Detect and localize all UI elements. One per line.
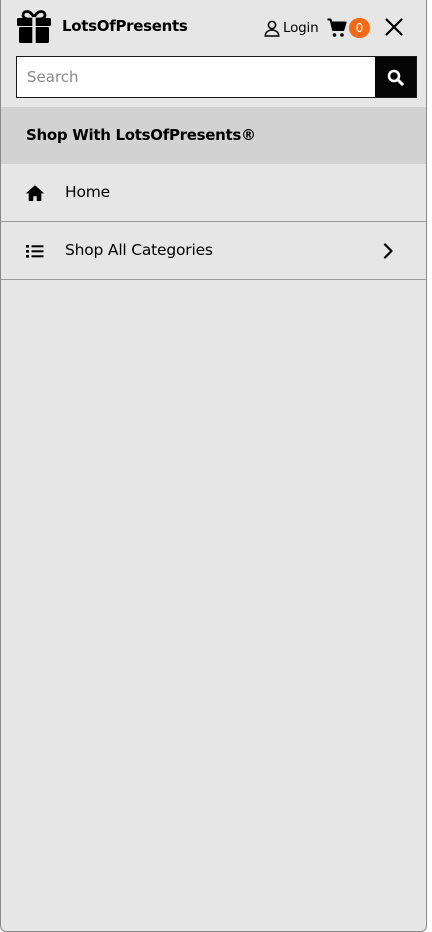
- login-label: Login: [283, 20, 319, 36]
- menu-item-label: Home: [65, 183, 110, 201]
- login-link[interactable]: Login: [264, 18, 319, 38]
- menu-item-shop-all-categories[interactable]: Shop All Categories: [1, 222, 426, 280]
- brand-name[interactable]: LotsOfPresents: [62, 17, 188, 35]
- menu-item-label: Shop All Categories: [65, 241, 213, 259]
- search-bar: [16, 56, 417, 98]
- shop-section-header: Shop With LotsOfPresents®: [1, 107, 426, 164]
- user-icon: [264, 20, 280, 37]
- gift-icon[interactable]: [16, 8, 52, 44]
- search-input[interactable]: [17, 57, 375, 97]
- drawer-header: LotsOfPresents Login 0: [1, 0, 426, 52]
- menu-item-home[interactable]: Home: [1, 164, 426, 222]
- list-icon: [26, 245, 44, 258]
- search-button[interactable]: [375, 57, 416, 97]
- cart-icon[interactable]: [327, 18, 347, 38]
- close-icon[interactable]: [384, 17, 404, 37]
- cart-count-badge: 0: [349, 18, 370, 38]
- mobile-menu-drawer: LotsOfPresents Login 0 Sh: [0, 0, 427, 932]
- home-icon: [25, 185, 45, 201]
- section-title: Shop With LotsOfPresents®: [26, 126, 256, 144]
- chevron-right-icon: [383, 243, 393, 259]
- search-icon: [387, 69, 404, 86]
